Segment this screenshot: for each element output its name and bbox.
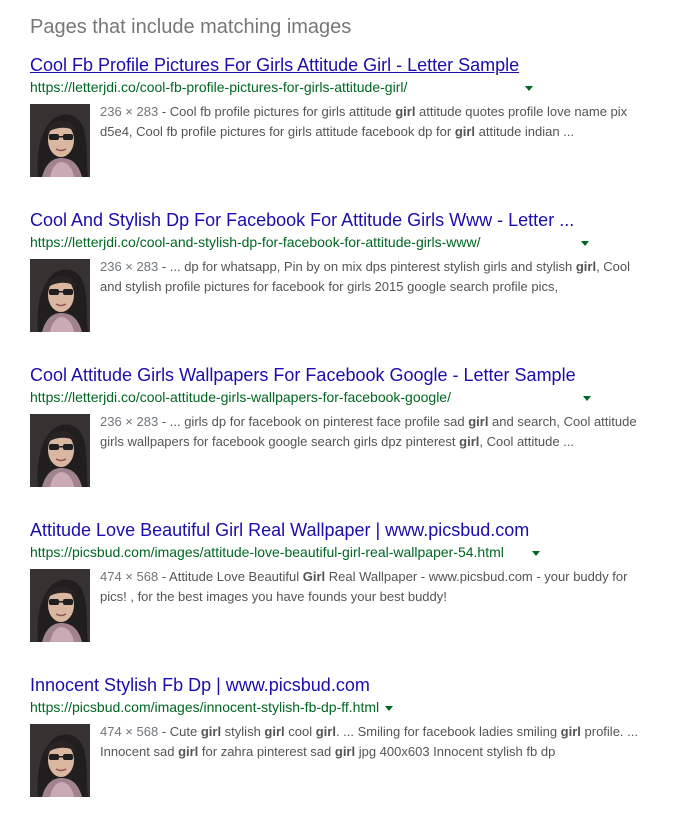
image-dimensions: 236 × 283: [100, 414, 159, 429]
result-title-link[interactable]: Cool Attitude Girls Wallpapers For Faceb…: [30, 364, 670, 386]
result-body: 236 × 283 - ... girls dp for facebook on…: [30, 412, 670, 490]
chevron-down-icon[interactable]: [525, 85, 534, 91]
snippet-text: for zahra pinterest sad: [198, 744, 335, 759]
snippet-highlight: girl: [454, 124, 476, 139]
result-snippet: 236 × 283 - ... dp for whatsapp, Pin by …: [100, 257, 670, 297]
snippet-highlight: girl: [315, 724, 336, 739]
result-snippet: 236 × 283 - Cool fb profile pictures for…: [100, 102, 670, 142]
snippet-text: girls wallpapers for facebook google sea…: [100, 434, 460, 449]
snippet-text: d5e4, Cool fb profile pictures for girls…: [100, 124, 455, 139]
snippet-highlight: girl: [560, 724, 581, 739]
chevron-down-icon[interactable]: [531, 550, 540, 556]
result-url: https://letterjdi.co/cool-fb-profile-pic…: [30, 79, 408, 95]
snippet-text: - ... girls dp for facebook on pinterest…: [158, 414, 469, 429]
snippet-text: and search, Cool attitude: [488, 414, 637, 429]
snippet-text: - Attitude Love Beautiful: [158, 569, 303, 584]
section-title: Pages that include matching images: [30, 16, 352, 38]
snippet-text: Real Wallpaper - www.picsbud.com - your …: [325, 569, 628, 584]
result-url-row: https://letterjdi.co/cool-fb-profile-pic…: [30, 78, 670, 96]
snippet-text: , Cool: [596, 259, 631, 274]
result-item: Attitude Love Beautiful Girl Real Wallpa…: [30, 519, 670, 645]
result-title-link[interactable]: Innocent Stylish Fb Dp | www.picsbud.com: [30, 674, 670, 696]
snippet-text: - Cool fb profile pictures for girls att…: [158, 104, 396, 119]
snippet-text: profile. ...: [580, 724, 638, 739]
snippet-highlight: girl: [395, 104, 416, 119]
result-url-row: https://letterjdi.co/cool-attitude-girls…: [30, 388, 670, 406]
result-item: Cool Attitude Girls Wallpapers For Faceb…: [30, 364, 670, 490]
result-url: https://letterjdi.co/cool-attitude-girls…: [30, 389, 451, 405]
result-item: Cool Fb Profile Pictures For Girls Attit…: [30, 54, 670, 180]
snippet-text: attitude quotes profile love name pix: [415, 104, 628, 119]
result-snippet: 474 × 568 - Attitude Love Beautiful Girl…: [100, 567, 670, 607]
snippet-text: Innocent sad: [100, 744, 179, 759]
result-snippet: 236 × 283 - ... girls dp for facebook on…: [100, 412, 670, 452]
result-body: 236 × 283 - ... dp for whatsapp, Pin by …: [30, 257, 670, 335]
snippet-highlight: girl: [200, 724, 222, 739]
snippet-text: cool: [284, 724, 316, 739]
snippet-highlight: girl: [459, 434, 480, 449]
snippet-text: , Cool attitude ...: [479, 434, 575, 449]
snippet-text: and stylish profile pictures for faceboo…: [100, 279, 559, 294]
image-dimensions: 236 × 283: [100, 259, 159, 274]
image-dimensions: 236 × 283: [100, 104, 159, 119]
result-body: 236 × 283 - Cool fb profile pictures for…: [30, 102, 670, 180]
result-title-link[interactable]: Cool Fb Profile Pictures For Girls Attit…: [30, 54, 670, 76]
snippet-text: stylish: [221, 724, 265, 739]
snippet-text: - ... dp for whatsapp, Pin by on mix dps…: [158, 259, 576, 274]
profile-photo-thumbnail[interactable]: [30, 259, 90, 332]
snippet-highlight: Girl: [302, 569, 326, 584]
snippet-text: . ... Smiling for facebook ladies smilin…: [335, 724, 561, 739]
snippet-highlight: girl: [264, 724, 285, 739]
result-title-link[interactable]: Attitude Love Beautiful Girl Real Wallpa…: [30, 519, 670, 541]
snippet-highlight: girl: [575, 259, 597, 274]
snippet-highlight: girl: [334, 744, 356, 759]
chevron-down-icon[interactable]: [582, 395, 591, 401]
profile-photo-thumbnail[interactable]: [30, 104, 90, 177]
result-snippet: 474 × 568 - Cute girl stylish girl cool …: [100, 722, 670, 762]
snippet-text: jpg 400x603 Innocent stylish fb dp: [355, 744, 556, 759]
snippet-highlight: girl: [468, 414, 489, 429]
result-item: Cool And Stylish Dp For Facebook For Att…: [30, 209, 670, 335]
image-dimensions: 474 × 568: [100, 724, 159, 739]
result-url: https://letterjdi.co/cool-and-stylish-dp…: [30, 234, 481, 250]
result-url-row: https://picsbud.com/images/innocent-styl…: [30, 698, 670, 716]
image-dimensions: 474 × 568: [100, 569, 159, 584]
result-url-row: https://letterjdi.co/cool-and-stylish-dp…: [30, 233, 670, 251]
snippet-text: attitude indian ...: [475, 124, 575, 139]
result-url: https://picsbud.com/images/innocent-styl…: [30, 699, 380, 715]
result-url: https://picsbud.com/images/attitude-love…: [30, 544, 504, 560]
result-title-link[interactable]: Cool And Stylish Dp For Facebook For Att…: [30, 209, 670, 231]
chevron-down-icon[interactable]: [580, 240, 589, 246]
snippet-text: pics! , for the best images you have fou…: [100, 589, 447, 604]
profile-photo-thumbnail[interactable]: [30, 724, 90, 797]
chevron-down-icon[interactable]: [385, 705, 394, 711]
result-body: 474 × 568 - Attitude Love Beautiful Girl…: [30, 567, 670, 645]
profile-photo-thumbnail[interactable]: [30, 569, 90, 642]
result-url-row: https://picsbud.com/images/attitude-love…: [30, 543, 670, 561]
snippet-highlight: girl: [178, 744, 199, 759]
result-item: Innocent Stylish Fb Dp | www.picsbud.com…: [30, 674, 670, 800]
profile-photo-thumbnail[interactable]: [30, 414, 90, 487]
result-body: 474 × 568 - Cute girl stylish girl cool …: [30, 722, 670, 800]
snippet-text: - Cute: [158, 724, 201, 739]
